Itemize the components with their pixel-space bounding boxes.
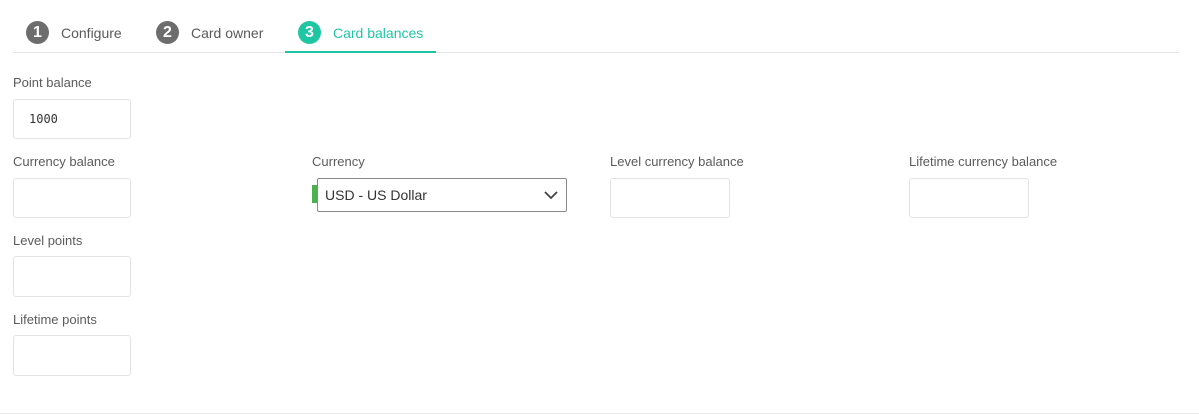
currency-balance-input[interactable] xyxy=(13,178,131,218)
chevron-down-icon xyxy=(544,191,558,200)
point-balance-input[interactable]: 1000 xyxy=(13,99,131,139)
currency-balance-label: Currency balance xyxy=(13,154,115,169)
level-currency-balance-input[interactable] xyxy=(610,178,730,218)
tab-configure[interactable]: 1 Configure xyxy=(26,13,122,52)
point-balance-label: Point balance xyxy=(13,75,92,90)
currency-label: Currency xyxy=(312,154,365,169)
lifetime-currency-balance-label: Lifetime currency balance xyxy=(909,154,1058,169)
step-number-badge: 1 xyxy=(26,21,49,44)
lifetime-currency-balance-input[interactable] xyxy=(909,178,1029,218)
currency-select-value: USD - US Dollar xyxy=(325,187,427,203)
level-points-input[interactable] xyxy=(13,256,131,297)
bottom-divider xyxy=(0,413,1199,414)
level-points-label: Level points xyxy=(13,233,83,248)
tab-label: Card owner xyxy=(191,24,264,41)
tab-card-balances[interactable]: 3 Card balances xyxy=(284,13,437,53)
tab-card-owner[interactable]: 2 Card owner xyxy=(156,13,263,52)
step-number-badge: 2 xyxy=(156,21,179,44)
currency-select[interactable]: USD - US Dollar xyxy=(317,178,567,212)
level-currency-balance-label: Level currency balance xyxy=(610,154,744,169)
lifetime-points-input[interactable] xyxy=(13,335,131,376)
tab-label: Card balances xyxy=(333,24,424,41)
tab-label: Configure xyxy=(61,24,122,41)
step-number-badge: 3 xyxy=(298,21,321,44)
step-tabs: 1 Configure 2 Card owner 3 Card balances xyxy=(13,13,1179,53)
lifetime-points-label: Lifetime points xyxy=(13,312,97,327)
